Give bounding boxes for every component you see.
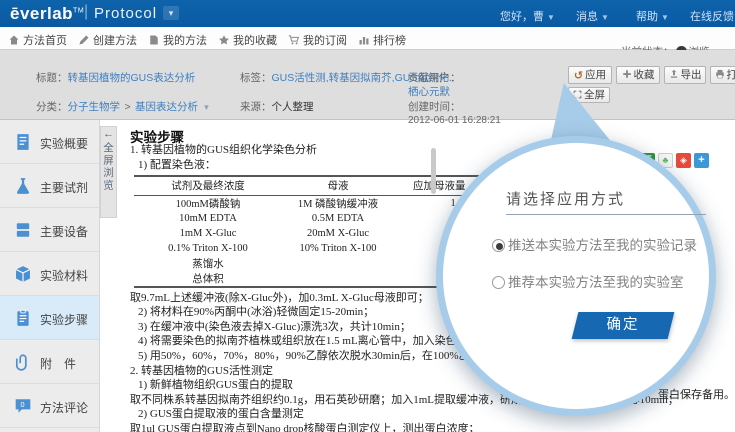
chevron-down-icon: ▼ <box>661 13 669 22</box>
logo-divider: | <box>84 3 88 21</box>
paperclip-icon <box>14 353 32 371</box>
everlab-logo[interactable]: ēverlabTM <box>10 4 84 24</box>
apply-method-dialog: 请选择应用方式 推送本实验方法至我的实验记录 推荐本实验方法至我的实验室 确定 <box>436 136 716 416</box>
clipboard-icon <box>14 309 32 327</box>
category-label: 分类： <box>36 101 68 113</box>
feedback-link[interactable]: 在线反馈 <box>690 8 734 24</box>
title-label: 标题： <box>36 72 68 84</box>
radio-unselected-icon[interactable] <box>492 276 505 289</box>
fullscreen-browse-tab[interactable]: ← 全屏浏览 <box>100 126 117 218</box>
nav-create-method[interactable]: 创建方法 <box>78 32 137 48</box>
chevron-down-icon: ▼ <box>547 13 555 22</box>
confirm-button[interactable]: 确定 <box>572 312 675 339</box>
step-line: 取1ul GUS蛋白提取液点到Nano drop核酸蛋白测定仪上，测出蛋白浓度； <box>130 422 735 432</box>
pencil-icon <box>78 34 90 46</box>
created-value: 2012-06-01 16:28:21 <box>408 115 501 126</box>
nav-method-home[interactable]: 方法首页 <box>8 32 67 48</box>
favorite-button[interactable]: 收藏 <box>616 66 660 84</box>
tags-label: 标签： <box>240 72 272 84</box>
sidebar: 实验概要 主要试剂 主要设备 实验材料 实验步骤 附 件 0 方法评论 <box>0 120 100 432</box>
home-icon <box>8 34 20 46</box>
step-line: 2) GUS蛋白提取液的蛋白含量测定 <box>138 407 735 422</box>
sidebar-item-steps[interactable]: 实验步骤 <box>0 296 99 340</box>
trademark: TM <box>73 7 84 14</box>
bar-chart-icon <box>358 34 370 46</box>
flask-icon <box>14 177 32 195</box>
cube-icon <box>14 265 32 283</box>
nav-my-favorites[interactable]: 我的收藏 <box>218 32 277 48</box>
subcategory-link[interactable]: 基因表达分析 <box>135 101 198 113</box>
cart-icon <box>288 34 300 46</box>
undo-icon: ↺ <box>574 70 583 82</box>
dialog-divider <box>506 214 706 215</box>
product-chevron-down-icon[interactable]: ▾ <box>163 6 179 20</box>
dialog-title: 请选择应用方式 <box>506 188 625 209</box>
chevron-down-icon: ▼ <box>601 13 609 22</box>
sidebar-item-overview[interactable]: 实验概要 <box>0 120 99 164</box>
sidebar-item-materials[interactable]: 实验材料 <box>0 252 99 296</box>
svg-text:0: 0 <box>21 400 25 409</box>
nav-my-methods[interactable]: 我的方法 <box>148 32 207 48</box>
printer-icon <box>715 69 725 79</box>
chevron-down-icon[interactable]: ▼ <box>203 103 211 112</box>
method-info-bar: 标题：转基因植物的GUS表达分析 分类：分子生物学 > 基因表达分析 ▼ 标签：… <box>0 50 735 120</box>
print-button[interactable]: 打印 <box>710 66 735 84</box>
option-push-to-records[interactable]: 推送本实验方法至我的实验记录 <box>492 234 697 254</box>
fullscreen-browse-label: 全屏浏览 <box>101 142 116 192</box>
wrapped-text-fragment: 蛋白保存备用。 <box>658 386 735 402</box>
messages-menu[interactable]: 消息▼ <box>576 8 609 24</box>
comment-icon: 0 <box>14 397 32 415</box>
equipment-icon <box>14 221 32 239</box>
source-value: 个人整理 <box>272 101 314 113</box>
apply-button[interactable]: ↺应用 <box>568 66 612 84</box>
category-separator: > <box>124 101 130 113</box>
column-header: 母液 <box>282 176 394 195</box>
document-icon <box>14 133 32 151</box>
scrollbar-thumb[interactable] <box>431 148 436 194</box>
nav-my-subscriptions[interactable]: 我的订阅 <box>288 32 347 48</box>
column-header: 试剂及最终浓度 <box>134 176 282 195</box>
export-button[interactable]: 导出 <box>664 66 706 84</box>
plus-cross-icon <box>622 69 632 79</box>
category-link[interactable]: 分子生物学 <box>68 101 121 113</box>
sidebar-item-comments[interactable]: 0 方法评论 <box>0 384 99 428</box>
export-icon <box>669 69 679 79</box>
radio-selected-icon[interactable] <box>492 239 505 252</box>
star-icon <box>218 34 230 46</box>
sidebar-item-equipment[interactable]: 主要设备 <box>0 208 99 252</box>
nav-ranking[interactable]: 排行榜 <box>358 32 406 48</box>
protocol-page: ēverlabTM | Protocol ▾ 您好，曹▼ 消息▼ 帮助▼ 在线反… <box>0 0 735 432</box>
product-name: Protocol <box>94 5 157 22</box>
user-menu[interactable]: 您好，曹▼ <box>500 8 555 24</box>
source-label: 来源： <box>240 101 272 113</box>
sidebar-item-attachments[interactable]: 附 件 <box>0 340 99 384</box>
sidebar-item-reagents[interactable]: 主要试剂 <box>0 164 99 208</box>
document-icon <box>148 34 160 46</box>
option-recommend-to-lab[interactable]: 推荐本实验方法至我的实验室 <box>492 271 684 291</box>
top-bar: ēverlabTM | Protocol ▾ 您好，曹▼ 消息▼ 帮助▼ 在线反… <box>0 0 735 27</box>
left-arrow-icon: ← <box>101 127 116 141</box>
help-menu[interactable]: 帮助▼ <box>636 8 669 24</box>
method-title-link[interactable]: 转基因植物的GUS表达分析 <box>68 72 196 84</box>
